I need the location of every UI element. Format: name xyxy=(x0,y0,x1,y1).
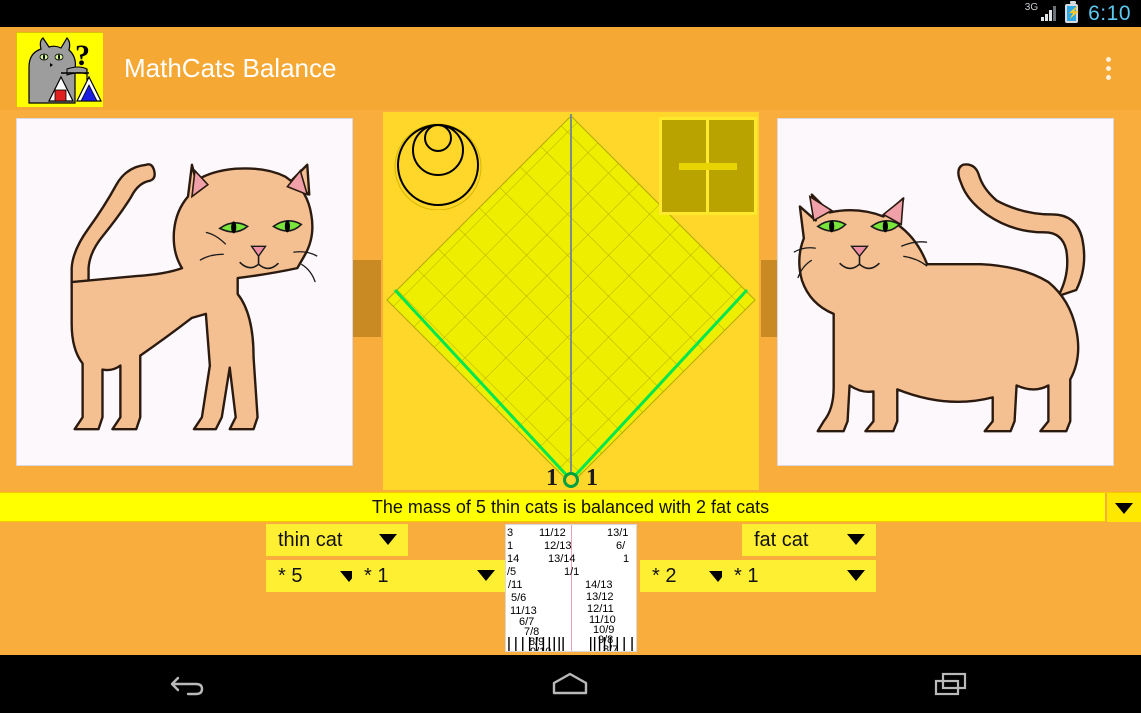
left-unit-spinner-value: * 1 xyxy=(364,564,389,587)
balance-stage: 1 1 xyxy=(0,110,1141,492)
status-clock: 6:10 xyxy=(1088,1,1131,25)
fraction-label: 11/12 xyxy=(539,527,566,539)
left-object-chevron-down-icon[interactable] xyxy=(368,532,408,548)
status-message-text: The mass of 5 thin cats is balanced with… xyxy=(371,496,770,517)
balance-ratio-icon[interactable] xyxy=(659,117,757,215)
fraction-scale[interactable]: 3 1 14 /5 /11 5/6 11/13 6/7 7/8 8/9 9/10… xyxy=(505,524,637,652)
fraction-label: /5 xyxy=(507,566,517,578)
mathcats-balance-logo: ? xyxy=(16,31,103,107)
svg-text:?: ? xyxy=(75,39,90,72)
status-message-bar[interactable]: The mass of 5 thin cats is balanced with… xyxy=(0,492,1141,523)
right-unit-chevron-down-icon[interactable] xyxy=(836,568,876,584)
fraction-label: 12/13 xyxy=(544,540,572,552)
signal-strength-icon xyxy=(1041,6,1057,21)
message-bar-chevron-down-icon[interactable] xyxy=(1105,493,1141,523)
balance-panel[interactable]: 1 1 xyxy=(381,110,761,492)
left-object-spinner[interactable]: thin cat xyxy=(266,524,408,556)
fraction-label: 14/13 xyxy=(585,579,613,591)
android-navigation-bar xyxy=(0,655,1141,713)
thin-cat-drawing[interactable] xyxy=(16,118,353,466)
app-bar: ? MathCats Balance xyxy=(0,27,1141,110)
fraction-label: /11 xyxy=(508,579,523,591)
back-arrow-icon[interactable] xyxy=(135,662,245,706)
nested-circles-zoom-icon[interactable] xyxy=(391,115,486,210)
right-object-spinner[interactable]: fat cat xyxy=(742,524,876,556)
left-unit-chevron-down-icon[interactable] xyxy=(466,568,506,584)
left-unit-spinner[interactable]: * 1 xyxy=(352,560,506,592)
fat-cat-drawing[interactable] xyxy=(777,118,1114,466)
fraction-label: 3 xyxy=(507,527,514,539)
battery-charging-icon: ⚡ xyxy=(1065,1,1081,23)
right-unit-spinner[interactable]: * 1 xyxy=(722,560,876,592)
fraction-label: 6/ xyxy=(616,540,626,552)
left-object-spinner-value: thin cat xyxy=(278,528,343,551)
page-title: MathCats Balance xyxy=(124,53,337,83)
app-root: 3G ⚡ 6:10 ? MathCats Balance 1 1 The mas… xyxy=(0,0,1141,713)
left-multiplier-spinner-value: * 5 xyxy=(278,564,303,587)
right-tick-label: 1 xyxy=(586,465,598,491)
fraction-scale-ticks xyxy=(508,637,633,651)
home-icon[interactable] xyxy=(515,662,625,706)
overflow-menu-icon[interactable] xyxy=(1097,52,1119,86)
right-unit-spinner-value: * 1 xyxy=(734,564,759,587)
fraction-label: 1 xyxy=(507,540,514,552)
left-tick-label: 1 xyxy=(546,465,558,491)
fraction-label: 1 xyxy=(623,553,630,565)
status-bar: 3G ⚡ 6:10 xyxy=(0,0,1141,27)
fraction-label: 13/1 xyxy=(607,527,629,539)
fraction-label: 14 xyxy=(507,553,520,565)
fraction-center-label: 1/1 xyxy=(564,566,580,578)
fraction-label: 13/12 xyxy=(586,591,614,603)
fraction-label: 13/14 xyxy=(548,553,576,565)
fraction-label: 5/6 xyxy=(511,592,527,604)
network-type-label: 3G xyxy=(1024,2,1039,13)
right-multiplier-spinner-value: * 2 xyxy=(652,564,677,587)
right-object-chevron-down-icon[interactable] xyxy=(836,532,876,548)
right-object-spinner-value: fat cat xyxy=(754,528,809,551)
recent-apps-icon[interactable] xyxy=(896,662,1006,706)
